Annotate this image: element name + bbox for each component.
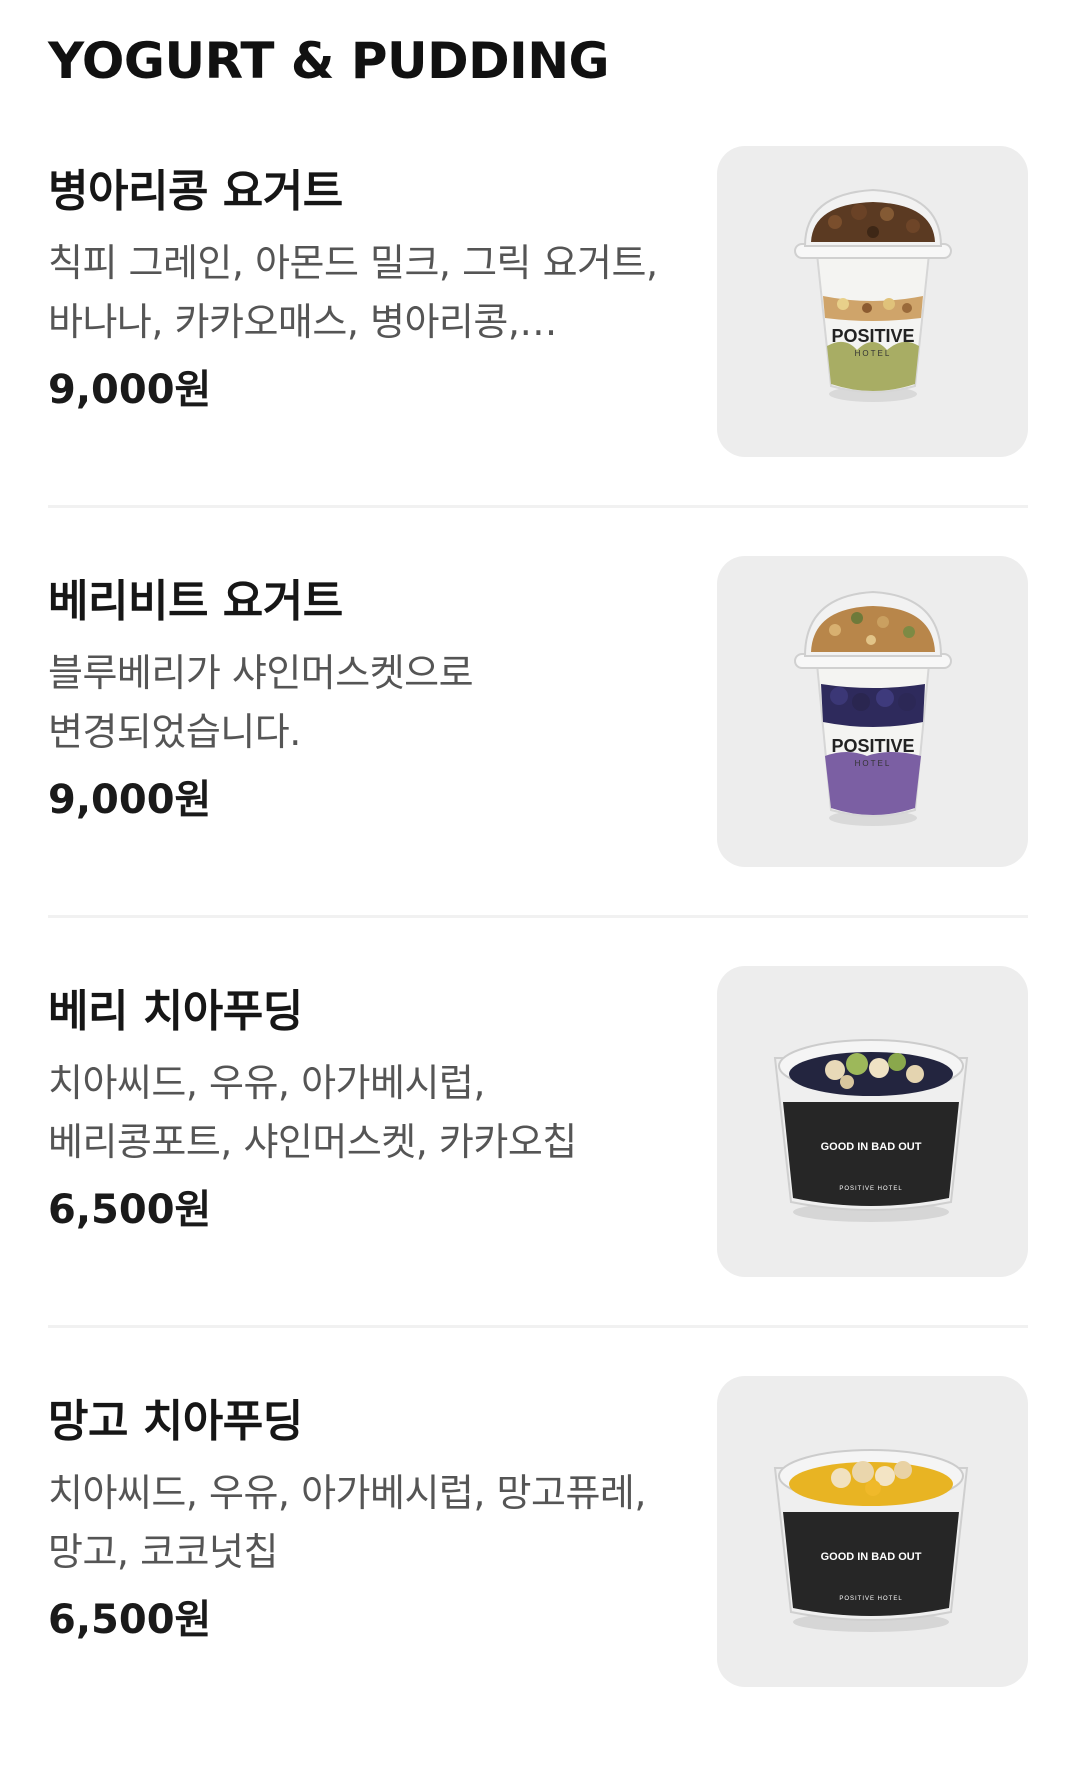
menu-item[interactable]: 망고 치아푸딩 치아씨드, 우유, 아가베시럽, 망고퓨레, 망고, 코코넛칩 … [0,1376,1067,1786]
menu-item-name: 망고 치아푸딩 [48,1396,303,1447]
menu-item-photo[interactable]: GOOD IN BAD OUT POSITIVE HOTEL [717,1376,1028,1687]
cup-brand-sub: HOTEL [855,349,892,358]
menu-item-name: 병아리콩 요거트 [48,166,343,217]
cup-brand-label: GOOD IN BAD OUT [821,1141,922,1153]
cup-brand-sub: POSITIVE HOTEL [839,1596,902,1602]
menu-list: 병아리콩 요거트 칙피 그레인, 아몬드 밀크, 그릭 요거트, 바나나, 카카… [0,146,1067,1786]
menu-item-description: 칙피 그레인, 아몬드 밀크, 그릭 요거트, 바나나, 카카오매스, 병아리콩… [48,241,658,344]
menu-item-info: 베리비트 요거트 블루베리가 샤인머스켓으로 변경되었습니다. 9,000원 [48,572,676,828]
menu-item-info: 베리 치아푸딩 치아씨드, 우유, 아가베시럽, 베리콩포트, 샤인머스켓, 카… [48,982,676,1238]
divider [48,505,1028,508]
yogurt-cup-pistachio-icon: POSITIVE HOTEL [794,188,952,402]
divider [48,1325,1028,1328]
cup-brand-label: POSITIVE [831,736,914,756]
chia-pudding-berry-icon: GOOD IN BAD OUT POSITIVE HOTEL [773,1039,969,1222]
divider [48,915,1028,918]
menu-item-info: 병아리콩 요거트 칙피 그레인, 아몬드 밀크, 그릭 요거트, 바나나, 카카… [48,162,676,418]
menu-item-info: 망고 치아푸딩 치아씨드, 우유, 아가베시럽, 망고퓨레, 망고, 코코넛칩 … [48,1392,676,1648]
cup-brand-label: POSITIVE [831,326,914,346]
section-title: YOGURT & PUDDING [48,32,610,90]
menu-item-description: 치아씨드, 우유, 아가베시럽, 베리콩포트, 샤인머스켓, 카카오칩 [48,1061,577,1164]
menu-item-description: 블루베리가 샤인머스켓으로 변경되었습니다. [48,651,474,754]
menu-item[interactable]: 병아리콩 요거트 칙피 그레인, 아몬드 밀크, 그릭 요거트, 바나나, 카카… [0,146,1067,556]
cup-brand-label: GOOD IN BAD OUT [821,1551,922,1563]
menu-item-photo[interactable]: POSITIVE HOTEL [717,556,1028,867]
cup-brand-sub: POSITIVE HOTEL [839,1186,902,1192]
menu-item[interactable]: 베리 치아푸딩 치아씨드, 우유, 아가베시럽, 베리콩포트, 샤인머스켓, 카… [0,966,1067,1376]
menu-item-photo[interactable]: POSITIVE HOTEL [717,146,1028,457]
menu-item-description: 치아씨드, 우유, 아가베시럽, 망고퓨레, 망고, 코코넛칩 [48,1471,646,1574]
menu-item-price: 6,500원 [48,1597,212,1643]
menu-item-photo[interactable]: GOOD IN BAD OUT POSITIVE HOTEL [717,966,1028,1277]
menu-item-price: 9,000원 [48,367,212,413]
menu-item-price: 9,000원 [48,777,212,823]
cup-brand-sub: HOTEL [855,759,892,768]
menu-item-price: 6,500원 [48,1187,212,1233]
menu-item[interactable]: 베리비트 요거트 블루베리가 샤인머스켓으로 변경되었습니다. 9,000원 P… [0,556,1067,966]
menu-item-name: 베리비트 요거트 [48,576,343,627]
yogurt-cup-berry-icon: POSITIVE HOTEL [794,590,952,826]
menu-item-name: 베리 치아푸딩 [48,986,303,1037]
chia-pudding-mango-icon: GOOD IN BAD OUT POSITIVE HOTEL [773,1449,969,1632]
